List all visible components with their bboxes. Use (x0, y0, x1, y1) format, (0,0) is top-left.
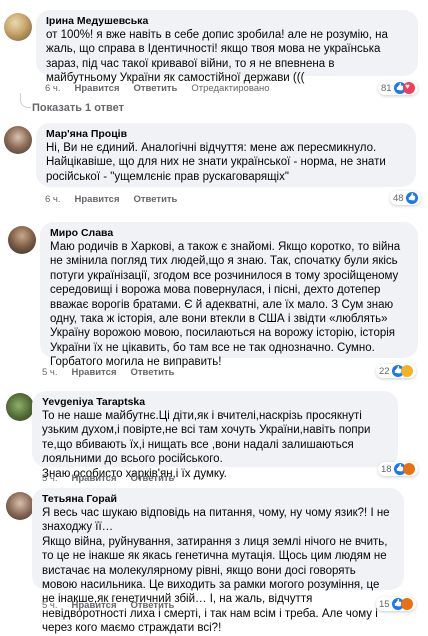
comment-actions: 5 ч. Нравится Ответить (42, 600, 174, 611)
avatar[interactable] (6, 393, 34, 421)
avatar[interactable] (4, 13, 32, 41)
comment-text: от 100%! я вже навіть в себе допис зроби… (46, 29, 388, 85)
comment-author[interactable]: Мар'яна Проців (46, 127, 406, 141)
comment-bubble: Ірина Медушевська от 100%! я вже навіть … (36, 10, 418, 84)
reply-button[interactable]: Ответить (131, 473, 175, 484)
reply-button[interactable]: Ответить (134, 194, 178, 205)
reply-button[interactable]: Ответить (131, 367, 175, 378)
comment-actions: 6 ч. Нравится Ответить (45, 194, 177, 205)
like-button[interactable]: Нравится (72, 600, 117, 611)
comment-3: Миро Слава Маю родичів в Харкові, а тако… (0, 222, 428, 382)
avatar[interactable] (8, 226, 36, 254)
reaction-count: 22 (379, 365, 390, 377)
comment-time[interactable]: 5 ч. (42, 600, 58, 611)
comment-time[interactable]: 6 ч. (45, 194, 61, 205)
comment-actions: 5 ч. Нравится Ответить (42, 473, 174, 484)
comment-text: Ні, Ви не єдиний. Аналогічні відчуття: м… (46, 142, 386, 183)
comment-bubble: Тетьяна Горай Я весь час шукаю відповідь… (32, 488, 404, 634)
comment-time[interactable]: 5 ч. (42, 473, 58, 484)
comment-text: Маю родичів в Харкові, а також є знайомі… (50, 241, 401, 369)
like-button[interactable]: Нравится (75, 83, 120, 94)
comment-author[interactable]: Ірина Медушевська (46, 14, 408, 28)
comment-actions: 6 ч. Нравится Ответить Отредактировано (45, 83, 270, 94)
angry-reaction-icon (400, 598, 413, 610)
angry-reaction-icon (402, 463, 415, 475)
reaction-summary[interactable]: 48 (390, 191, 421, 205)
love-reaction-icon (402, 82, 415, 94)
comment-author[interactable]: Тетьяна Горай (42, 492, 394, 506)
reply-connector (20, 93, 31, 108)
comment-author[interactable]: Миро Слава (50, 226, 408, 240)
reaction-count: 81 (381, 82, 392, 94)
comment-5: Тетьяна Горай Я весь час шукаю відповідь… (0, 488, 428, 634)
sad-reaction-icon (400, 365, 413, 377)
reaction-summary[interactable]: 81 (378, 81, 418, 95)
reply-button[interactable]: Ответить (131, 600, 175, 611)
avatar[interactable] (6, 492, 34, 520)
reaction-count: 18 (381, 463, 392, 475)
reaction-summary[interactable]: 18 (378, 462, 418, 476)
comment-1: Ірина Медушевська от 100%! я вже навіть … (0, 0, 428, 100)
comment-actions: 5 ч. Нравится Ответить (42, 367, 174, 378)
like-button[interactable]: Нравится (72, 473, 117, 484)
like-reaction-icon (405, 192, 418, 204)
reaction-count: 48 (393, 192, 404, 204)
reaction-summary[interactable]: 22 (376, 364, 416, 378)
edited-label[interactable]: Отредактировано (191, 83, 269, 94)
show-replies-link[interactable]: Показать 1 ответ (32, 102, 124, 114)
comment-text: То не наше майбутнє.Ці діти,як і вчителі… (42, 410, 371, 480)
reaction-summary[interactable]: 15 (376, 597, 416, 611)
comment-4: Yevgeniya Taraptska То не наше майбутнє.… (0, 387, 428, 484)
like-button[interactable]: Нравится (72, 367, 117, 378)
comment-bubble: Yevgeniya Taraptska То не наше майбутнє.… (32, 391, 398, 480)
avatar[interactable] (4, 126, 32, 154)
like-button[interactable]: Нравится (75, 194, 120, 205)
comment-author[interactable]: Yevgeniya Taraptska (42, 395, 388, 409)
comment-time[interactable]: 5 ч. (42, 367, 58, 378)
reaction-count: 15 (379, 598, 390, 610)
comment-text: Я весь час шукаю відповідь на питання, ч… (42, 507, 390, 635)
comment-time[interactable]: 6 ч. (45, 83, 61, 94)
comment-bubble: Миро Слава Маю родичів в Харкові, а тако… (40, 222, 418, 368)
comment-2: Мар'яна Проців Ні, Ви не єдиний. Аналогі… (0, 118, 428, 218)
reply-button[interactable]: Ответить (134, 83, 178, 94)
comment-bubble: Мар'яна Проців Ні, Ви не єдиний. Аналогі… (36, 123, 416, 187)
